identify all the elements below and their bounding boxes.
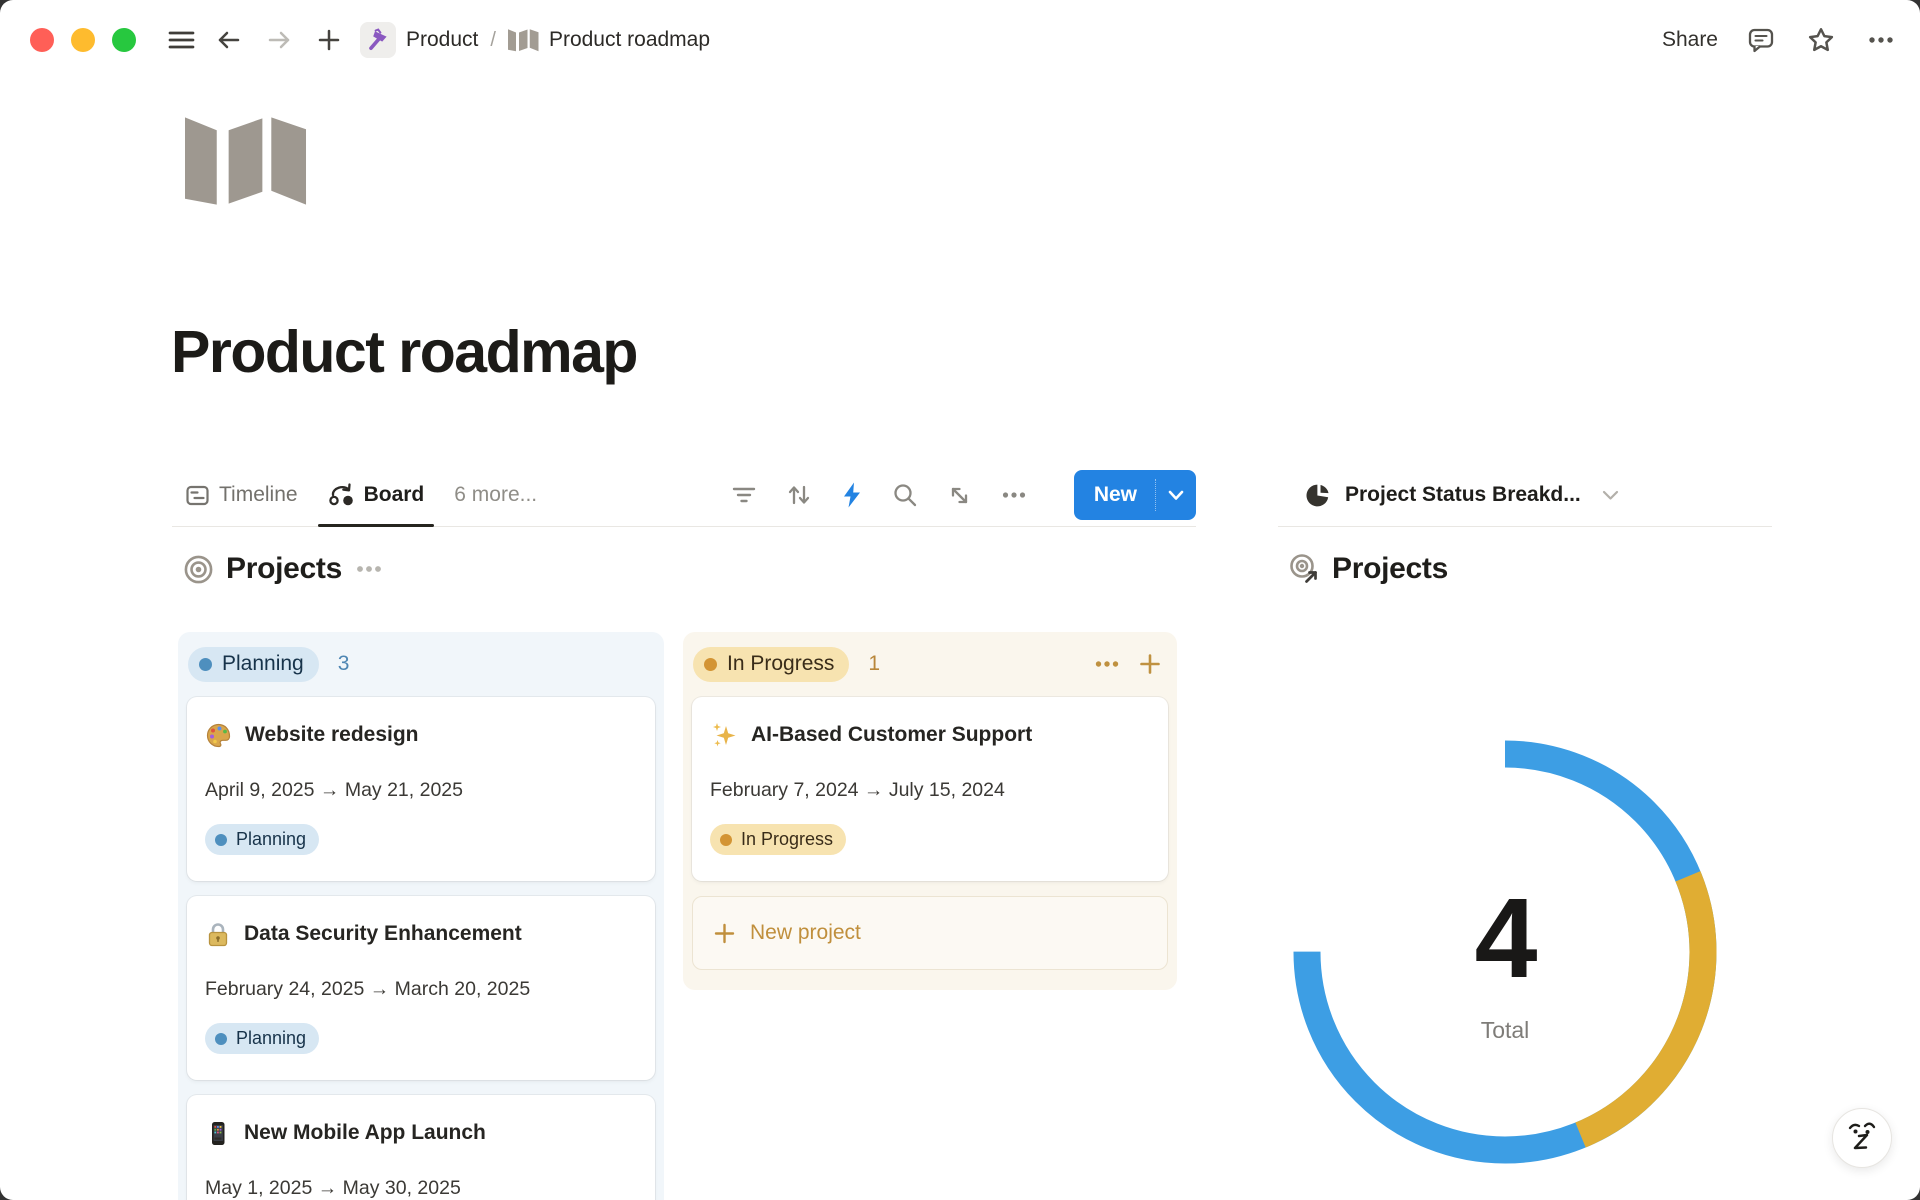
card-title: AI-Based Customer Support (751, 723, 1032, 747)
column-header-in-progress: In Progress 1 (692, 646, 1168, 682)
close-window-button[interactable] (30, 28, 54, 52)
page-title[interactable]: Product roadmap (171, 318, 637, 386)
topbar: Product / Product roadmap Share (0, 0, 1920, 80)
board-options-icon[interactable] (354, 557, 384, 581)
new-button[interactable]: New (1074, 470, 1155, 520)
project-card-mobile-app[interactable]: New Mobile App Launch May 1, 2025 → May … (187, 1095, 655, 1200)
share-button[interactable]: Share (1662, 28, 1718, 52)
chart-view-title: Project Status Breakd... (1345, 483, 1581, 507)
view-more-icon[interactable] (1001, 483, 1027, 507)
donut-total-value: 4 (1355, 882, 1655, 995)
lock-icon (205, 921, 231, 948)
zoom-window-button[interactable] (112, 28, 136, 52)
chart-section-title[interactable]: Projects (1332, 552, 1448, 586)
donut-center-label: 4 Total (1355, 882, 1655, 1044)
project-card-website-redesign[interactable]: Website redesign April 9, 2025 → May 21,… (187, 697, 655, 881)
mobile-phone-icon (205, 1120, 231, 1147)
map-icon (508, 29, 539, 52)
column-header-planning: Planning 3 (187, 646, 655, 682)
back-icon[interactable] (212, 23, 246, 57)
status-pill-in-progress[interactable]: In Progress (693, 647, 849, 682)
chevron-down-icon (1602, 490, 1619, 501)
card-date-range: February 24, 2025 → March 20, 2025 (205, 976, 637, 1003)
status-label: Planning (222, 652, 304, 676)
new-button-dropdown[interactable] (1156, 470, 1196, 520)
status-dot (215, 1033, 227, 1045)
timeline-icon (185, 483, 210, 508)
status-dot (720, 834, 732, 846)
view-controls: New (731, 470, 1196, 520)
pie-chart-icon (1305, 482, 1332, 509)
more-views-button[interactable]: 6 more... (454, 483, 537, 507)
topbar-actions: Share (1662, 23, 1898, 57)
linked-target-icon (1288, 553, 1321, 586)
board-column-planning: Planning 3 Website redesign April 9, 202… (178, 632, 664, 1200)
filter-icon[interactable] (731, 483, 757, 507)
card-status-tag: Planning (205, 1023, 319, 1054)
notion-window: Product / Product roadmap Share Product … (0, 0, 1920, 1200)
card-title: Website redesign (245, 723, 419, 747)
project-card-data-security[interactable]: Data Security Enhancement February 24, 2… (187, 896, 655, 1080)
card-status-tag: In Progress (710, 824, 846, 855)
status-dot (215, 834, 227, 846)
tab-timeline-label: Timeline (219, 483, 298, 507)
card-title: New Mobile App Launch (244, 1121, 486, 1145)
notion-ai-button[interactable] (1832, 1108, 1892, 1168)
board-icon (328, 482, 355, 508)
tab-board-label: Board (364, 483, 425, 507)
card-status-tag: Planning (205, 824, 319, 855)
minimize-window-button[interactable] (71, 28, 95, 52)
breadcrumb: Product / Product roadmap (360, 22, 710, 58)
board-section-title[interactable]: Projects (226, 552, 342, 586)
chart-view-selector[interactable]: Project Status Breakd... (1278, 464, 1772, 527)
breadcrumb-root-label[interactable]: Product (406, 28, 478, 52)
comments-icon[interactable] (1744, 23, 1778, 57)
forward-icon[interactable] (262, 23, 296, 57)
new-button-group: New (1074, 470, 1196, 520)
breadcrumb-root-item[interactable] (360, 22, 396, 58)
card-date-range: April 9, 2025 → May 21, 2025 (205, 777, 637, 804)
donut-total-caption: Total (1355, 1017, 1655, 1044)
chevron-down-icon (1168, 490, 1184, 501)
project-card-ai-support[interactable]: AI-Based Customer Support February 7, 20… (692, 697, 1168, 881)
sidebar-menu-icon[interactable] (164, 23, 198, 57)
notion-ai-face-icon (1845, 1119, 1879, 1157)
new-project-button[interactable]: New project (692, 896, 1168, 970)
expand-icon[interactable] (947, 483, 972, 508)
chart-section-header: Projects (1288, 552, 1448, 586)
column-add-icon[interactable] (1138, 652, 1162, 676)
breadcrumb-page-label[interactable]: Product roadmap (549, 28, 710, 52)
view-switcher-bar: Timeline Board 6 more... (172, 464, 1196, 527)
card-date-range: May 1, 2025 → May 30, 2025 (205, 1175, 637, 1200)
sparkles-icon (710, 721, 738, 749)
search-icon[interactable] (892, 482, 918, 508)
page-icon-map[interactable] (185, 117, 308, 212)
status-dot (704, 658, 717, 671)
favorite-star-icon[interactable] (1804, 23, 1838, 57)
automation-bolt-icon[interactable] (841, 481, 863, 509)
breadcrumb-separator: / (490, 29, 496, 52)
hammer-icon (366, 28, 390, 52)
palette-icon (205, 722, 232, 749)
status-dot (199, 658, 212, 671)
column-count: 1 (868, 652, 880, 676)
more-options-icon[interactable] (1864, 23, 1898, 57)
column-options-icon[interactable] (1094, 652, 1120, 676)
plus-icon (713, 922, 736, 945)
tab-board[interactable]: Board (328, 464, 425, 526)
new-project-label: New project (750, 921, 861, 945)
sort-icon[interactable] (786, 482, 812, 508)
card-title: Data Security Enhancement (244, 922, 522, 946)
status-pill-planning[interactable]: Planning (188, 647, 319, 682)
status-label: In Progress (727, 652, 834, 676)
target-icon (183, 554, 214, 585)
card-date-range: February 7, 2024 → July 15, 2024 (710, 777, 1150, 804)
board-section-header: Projects (183, 552, 384, 586)
new-tab-icon[interactable] (312, 23, 346, 57)
column-count: 3 (338, 652, 350, 676)
tab-timeline[interactable]: Timeline (185, 464, 298, 526)
window-controls (30, 28, 136, 52)
board-column-in-progress: In Progress 1 AI-Based Customer Support … (683, 632, 1177, 990)
